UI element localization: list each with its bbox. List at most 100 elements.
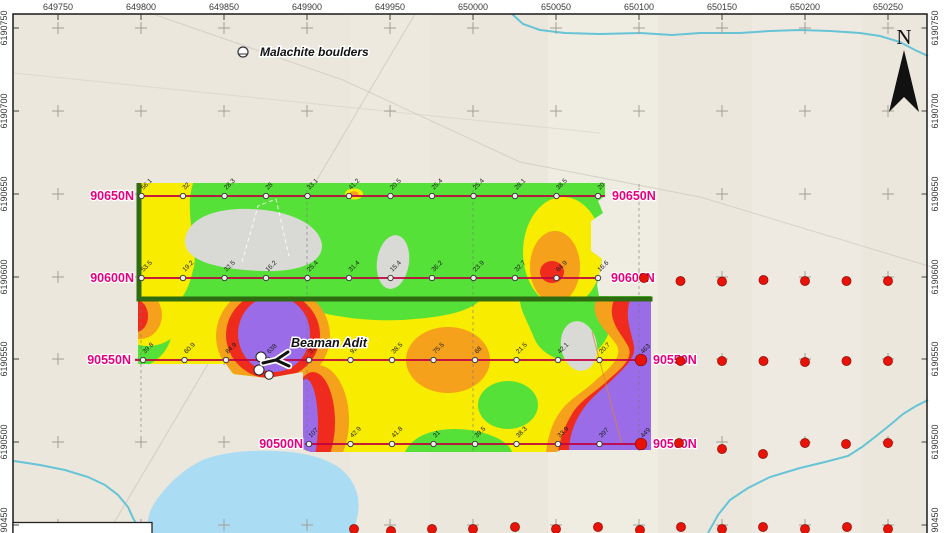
survey-line-label: 90650N <box>90 189 134 203</box>
northing-tick-label: 6190650 <box>0 176 9 211</box>
beaman-adit-label: Beaman Adit <box>291 336 368 350</box>
sample-dot <box>883 438 892 447</box>
station-marker <box>389 357 394 362</box>
station-marker <box>388 275 393 280</box>
sample-dot <box>800 438 809 447</box>
northing-tick-label: 6190550 <box>0 341 9 376</box>
sample-dot <box>593 522 602 531</box>
easting-tick-label: 650200 <box>790 2 820 12</box>
sample-dot <box>842 276 851 285</box>
sample-dot <box>759 356 768 365</box>
sample-dot <box>386 526 395 533</box>
station-marker <box>389 441 394 446</box>
station-marker <box>431 441 436 446</box>
northing-tick-label: 6190600 <box>0 259 9 294</box>
sample-dot <box>635 438 647 450</box>
station-marker <box>180 193 185 198</box>
station-marker <box>222 193 227 198</box>
sample-dot <box>717 277 726 286</box>
station-marker <box>180 275 185 280</box>
station-marker <box>512 275 517 280</box>
station-marker <box>471 193 476 198</box>
station-marker <box>388 193 393 198</box>
northing-tick-label: 6190750 <box>930 10 940 45</box>
easting-tick-label: 650250 <box>873 2 903 12</box>
northing-tick-label: 6190500 <box>0 424 9 459</box>
station-marker <box>595 275 600 280</box>
easting-tick-label: 649750 <box>43 2 73 12</box>
easting-tick-label: 650000 <box>458 2 488 12</box>
northing-tick-label: 6190600 <box>930 259 940 294</box>
sample-dot <box>800 524 809 533</box>
northing-tick-label: 6190700 <box>930 93 940 128</box>
sample-dot <box>551 524 560 533</box>
station-marker <box>554 193 559 198</box>
station-marker <box>263 193 268 198</box>
station-marker <box>429 275 434 280</box>
survey-line-label: 90550N <box>653 353 697 367</box>
station-marker <box>512 193 517 198</box>
northing-tick-label: 6190750 <box>0 10 9 45</box>
northing-tick-label: 6190550 <box>930 341 940 376</box>
north-label: N <box>896 25 911 49</box>
station-marker <box>346 193 351 198</box>
station-marker <box>595 193 600 198</box>
northing-tick-label: 6190450 <box>0 507 9 533</box>
station-marker <box>472 357 477 362</box>
northing-tick-label: 6190700 <box>0 93 9 128</box>
station-marker <box>305 275 310 280</box>
northing-tick-label: 6190500 <box>930 424 940 459</box>
northing-tick-label: 6190650 <box>930 176 940 211</box>
station-marker <box>263 275 268 280</box>
station-marker <box>514 441 519 446</box>
survey-line-label: 90500N <box>259 437 303 451</box>
sample-dot <box>883 524 892 533</box>
station-marker <box>139 193 144 198</box>
sample-dot <box>717 524 726 533</box>
station-marker <box>223 357 228 362</box>
station-marker <box>222 275 227 280</box>
sample-dot <box>349 524 358 533</box>
sample-dot <box>635 354 647 366</box>
station-marker <box>514 357 519 362</box>
station-marker <box>140 357 145 362</box>
sample-dot <box>883 276 892 285</box>
northing-tick-label: 6190450 <box>930 507 940 533</box>
sample-dot <box>759 275 768 284</box>
sample-dot <box>883 356 892 365</box>
sample-dot <box>842 522 851 531</box>
malachite-boulders-label: Malachite boulders <box>260 45 369 59</box>
station-marker <box>597 441 602 446</box>
sample-dot <box>841 439 850 448</box>
station-marker <box>471 275 476 280</box>
sample-dot <box>468 524 477 533</box>
station-marker <box>306 357 311 362</box>
easting-tick-label: 650050 <box>541 2 571 12</box>
station-marker <box>139 275 144 280</box>
survey-line-label: 90600N <box>90 271 134 285</box>
station-marker <box>348 441 353 446</box>
sample-dot <box>717 356 726 365</box>
map-canvas[interactable]: 90650N90650N56.13228.32833.141.220.525.4… <box>0 0 950 533</box>
sample-dot <box>676 356 685 365</box>
station-marker <box>182 357 187 362</box>
easting-tick-label: 649800 <box>126 2 156 12</box>
station-marker <box>472 441 477 446</box>
sample-dot <box>758 522 767 531</box>
sample-dot <box>800 276 809 285</box>
sample-dot <box>635 525 644 533</box>
sample-dot <box>639 273 648 282</box>
sample-dot <box>676 276 685 285</box>
terrain-shade <box>752 14 862 533</box>
station-marker <box>429 193 434 198</box>
station-marker <box>348 357 353 362</box>
sample-dot <box>510 522 519 531</box>
survey-line-label: 90550N <box>87 353 131 367</box>
legend-box <box>13 523 152 533</box>
easting-tick-label: 650150 <box>707 2 737 12</box>
pit-outline-south <box>137 297 653 302</box>
easting-tick-label: 649950 <box>375 2 405 12</box>
survey-map: 90650N90650N56.13228.32833.141.220.525.4… <box>0 0 950 533</box>
easting-tick-label: 649900 <box>292 2 322 12</box>
station-marker <box>305 193 310 198</box>
